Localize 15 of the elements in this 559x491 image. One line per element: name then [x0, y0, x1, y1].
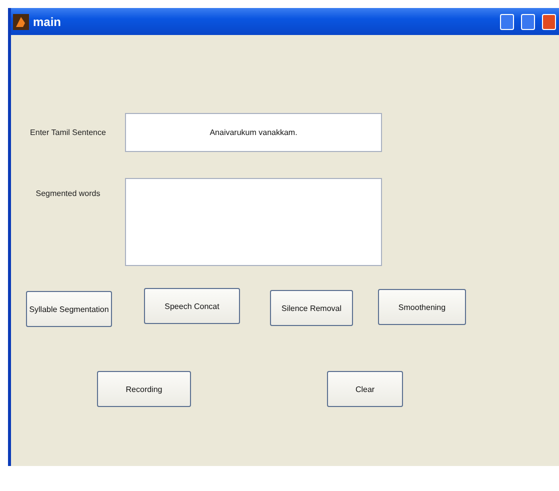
- action-button[interactable]: Clear: [327, 371, 403, 407]
- action-button[interactable]: Syllable Segmentation: [26, 291, 112, 327]
- close-button[interactable]: [542, 14, 556, 30]
- action-button[interactable]: Speech Concat: [144, 288, 240, 324]
- minimize-button[interactable]: [500, 14, 514, 30]
- input-field[interactable]: Anaivarukum vanakkam.: [125, 113, 382, 152]
- window-title: main: [33, 14, 62, 28]
- field-label: Segmented words: [34, 188, 102, 198]
- action-button[interactable]: Recording: [97, 371, 191, 407]
- action-button[interactable]: Silence Removal: [270, 290, 353, 326]
- field-label: Enter Tamil Sentence: [29, 127, 107, 137]
- action-button[interactable]: Smoothening: [378, 289, 466, 325]
- output-field[interactable]: [125, 178, 382, 266]
- maximize-button[interactable]: [521, 14, 535, 30]
- app-icon: [13, 14, 29, 30]
